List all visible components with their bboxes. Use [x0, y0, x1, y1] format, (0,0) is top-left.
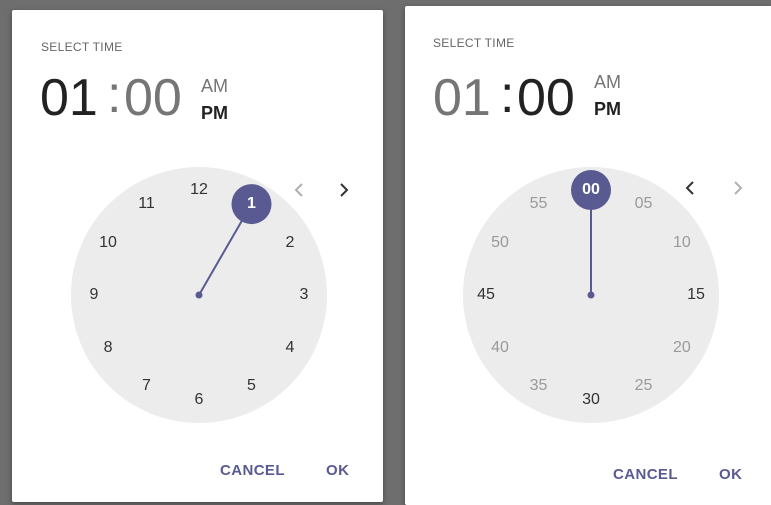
time-picker-dialog-minutes: SELECT TIME 01 : 00 AM PM 00 05 10 15 20 25 30…: [405, 6, 771, 505]
time-separator: :: [500, 66, 515, 124]
chevron-left-icon[interactable]: [683, 177, 701, 199]
hours-display[interactable]: 01: [40, 68, 98, 128]
cancel-button[interactable]: CANCEL: [607, 462, 684, 487]
dial-number-55[interactable]: 55: [525, 193, 553, 215]
dial-number-4[interactable]: 4: [276, 337, 304, 359]
clock-dial-minutes[interactable]: 00 05 10 15 20 25 30 35 40 45 50 55: [463, 167, 719, 423]
am-option[interactable]: AM: [594, 70, 621, 97]
pm-option[interactable]: PM: [201, 101, 228, 128]
dial-number-05[interactable]: 05: [630, 193, 658, 215]
dial-number-35[interactable]: 35: [525, 375, 553, 397]
dial-number-45[interactable]: 45: [472, 284, 500, 306]
time-picker-dialog-hours: SELECT TIME 01 : 00 AM PM 12 1 2 3 4 5 6 7 8 9 10 1…: [12, 10, 383, 502]
am-option[interactable]: AM: [201, 74, 228, 101]
dial-number-50[interactable]: 50: [486, 232, 514, 254]
cancel-button[interactable]: CANCEL: [214, 458, 291, 483]
dial-number-7[interactable]: 7: [133, 375, 161, 397]
clock-hand: [571, 170, 611, 299]
chevron-right-icon[interactable]: [337, 179, 355, 201]
ok-button[interactable]: OK: [320, 458, 355, 483]
clock-center-dot: [195, 291, 203, 299]
hours-display[interactable]: 01: [433, 68, 491, 128]
dial-number-3[interactable]: 3: [290, 284, 318, 306]
dial-number-25[interactable]: 25: [630, 375, 658, 397]
minutes-display[interactable]: 00: [517, 68, 575, 128]
clock-center-dot: [587, 291, 595, 299]
clock-hand: [195, 184, 272, 299]
dial-number-10[interactable]: 10: [94, 232, 122, 254]
chevron-right-icon[interactable]: [731, 177, 749, 199]
dial-number-12[interactable]: 12: [185, 179, 213, 201]
dialog-title: SELECT TIME: [433, 36, 515, 50]
dial-number-30[interactable]: 30: [577, 389, 605, 411]
dialog-title: SELECT TIME: [41, 40, 123, 54]
period-selector: AM PM: [594, 70, 621, 124]
dial-number-6[interactable]: 6: [185, 389, 213, 411]
dial-number-40[interactable]: 40: [486, 337, 514, 359]
dial-number-5[interactable]: 5: [238, 375, 266, 397]
dial-number-9[interactable]: 9: [80, 284, 108, 306]
period-selector: AM PM: [201, 74, 228, 128]
pm-option[interactable]: PM: [594, 97, 621, 124]
chevron-left-icon[interactable]: [292, 179, 310, 201]
time-separator: :: [107, 66, 122, 124]
dial-number-00[interactable]: 00: [577, 179, 605, 201]
clock-dial-hours[interactable]: 12 1 2 3 4 5 6 7 8 9 10 11: [71, 167, 327, 423]
ok-button[interactable]: OK: [713, 462, 748, 487]
dial-number-15[interactable]: 15: [682, 284, 710, 306]
dial-number-11[interactable]: 11: [133, 193, 161, 215]
dial-number-20[interactable]: 20: [668, 337, 696, 359]
minutes-display[interactable]: 00: [124, 68, 182, 128]
dial-number-10[interactable]: 10: [668, 232, 696, 254]
dial-number-8[interactable]: 8: [94, 337, 122, 359]
dial-number-2[interactable]: 2: [276, 232, 304, 254]
dial-number-1[interactable]: 1: [238, 193, 266, 215]
